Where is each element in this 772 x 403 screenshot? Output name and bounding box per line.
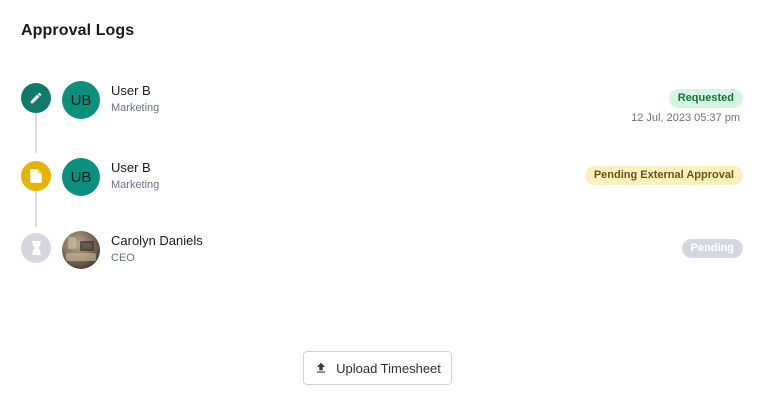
- user-department: CEO: [111, 252, 135, 264]
- user-department: Marketing: [111, 179, 160, 191]
- status-badge: Pending: [681, 239, 743, 258]
- avatar: UB: [62, 158, 100, 196]
- timeline-connector: [35, 113, 37, 153]
- avatar: [62, 231, 100, 269]
- hourglass-icon: [21, 233, 51, 263]
- user-name: Carolyn Daniels: [111, 233, 203, 248]
- page-title: Approval Logs: [21, 22, 135, 39]
- status-badge: Pending External Approval: [584, 166, 743, 185]
- upload-timesheet-label: Upload Timesheet: [336, 360, 441, 376]
- document-icon: [21, 161, 51, 191]
- avatar-initials: UB: [70, 91, 92, 109]
- user-name: User B: [111, 83, 151, 98]
- user-department: Marketing: [111, 102, 160, 114]
- timeline-connector: [35, 191, 37, 227]
- profile-photo: [66, 237, 96, 261]
- upload-timesheet-button[interactable]: Upload Timesheet: [303, 351, 452, 385]
- avatar-initials: UB: [70, 168, 92, 186]
- upload-icon: [317, 362, 326, 373]
- user-name: User B: [111, 160, 151, 175]
- avatar: UB: [62, 81, 100, 119]
- pencil-icon: [21, 83, 51, 113]
- timestamp: 12 Jul, 2023 05:37 pm: [631, 112, 740, 124]
- status-badge: Requested: [668, 89, 743, 108]
